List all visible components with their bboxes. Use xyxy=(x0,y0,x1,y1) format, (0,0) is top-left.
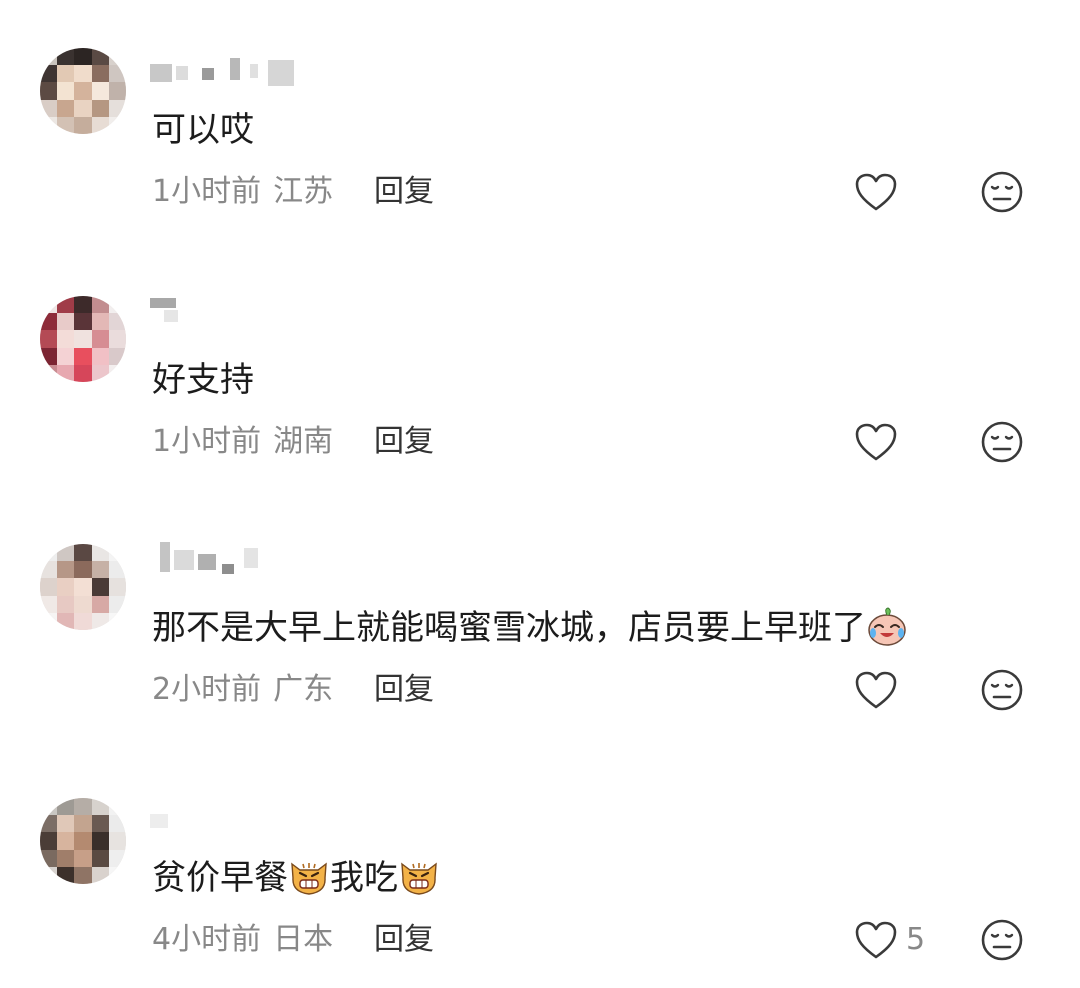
comment-meta: 1小时前 江苏 xyxy=(152,172,333,212)
heart-outline-icon[interactable] xyxy=(854,422,898,462)
comment-location: 广东 xyxy=(273,672,334,707)
comment-text: 可以哎 xyxy=(152,110,254,150)
crying-laugh-emoji xyxy=(868,606,906,646)
comment-text: 贫价早餐 我吃 xyxy=(152,856,440,900)
comment-text-part: 我吃 xyxy=(330,858,398,898)
comment-item: 那不是大早上就能喝蜜雪冰城，店员要上早班了 2小时前 广东 回复 xyxy=(0,498,1080,738)
comment-item: 贫价早餐 我吃 4小时前 日本 回复 5 xyxy=(0,748,1080,988)
username-blurred[interactable] xyxy=(150,542,270,576)
meh-face-icon[interactable] xyxy=(980,668,1024,712)
comment-item: 好支持 1小时前 湖南 回复 xyxy=(0,250,1080,490)
angry-cat-emoji xyxy=(291,862,327,895)
comment-text: 那不是大早上就能喝蜜雪冰城，店员要上早班了 xyxy=(152,606,908,650)
comment-meta: 2小时前 广东 xyxy=(152,670,333,710)
meh-face-icon[interactable] xyxy=(980,918,1024,962)
comment-time: 2小时前 xyxy=(152,672,262,707)
comment-meta: 1小时前 湖南 xyxy=(152,422,333,462)
comment-text-part: 贫价早餐 xyxy=(152,858,288,898)
comment-meta: 4小时前 日本 xyxy=(152,920,333,960)
heart-outline-icon[interactable] xyxy=(854,172,898,212)
heart-outline-icon[interactable] xyxy=(854,920,898,960)
username-blurred[interactable] xyxy=(150,294,210,328)
comment-text: 好支持 xyxy=(152,360,254,400)
comment-time: 1小时前 xyxy=(152,424,262,459)
like-count: 5 xyxy=(906,922,926,957)
comment-location: 湖南 xyxy=(273,424,334,459)
comment-time: 1小时前 xyxy=(152,174,262,209)
comment-location: 江苏 xyxy=(273,174,334,209)
reply-button[interactable]: 回复 xyxy=(374,920,434,960)
meh-face-icon[interactable] xyxy=(980,420,1024,464)
avatar[interactable] xyxy=(40,48,126,134)
reply-button[interactable]: 回复 xyxy=(374,172,434,212)
comment-time: 4小时前 xyxy=(152,922,262,957)
comment-text-body: 那不是大早上就能喝蜜雪冰城，店员要上早班了 xyxy=(152,608,866,648)
avatar[interactable] xyxy=(40,798,126,884)
avatar[interactable] xyxy=(40,544,126,630)
reply-button[interactable]: 回复 xyxy=(374,422,434,462)
avatar[interactable] xyxy=(40,296,126,382)
comment-item: 可以哎 1小时前 江苏 回复 xyxy=(0,0,1080,240)
reply-button[interactable]: 回复 xyxy=(374,670,434,710)
username-blurred[interactable] xyxy=(150,56,310,90)
heart-outline-icon[interactable] xyxy=(854,670,898,710)
username-blurred[interactable] xyxy=(150,806,190,840)
angry-cat-emoji xyxy=(401,862,437,895)
comment-location: 日本 xyxy=(273,922,334,957)
meh-face-icon[interactable] xyxy=(980,170,1024,214)
